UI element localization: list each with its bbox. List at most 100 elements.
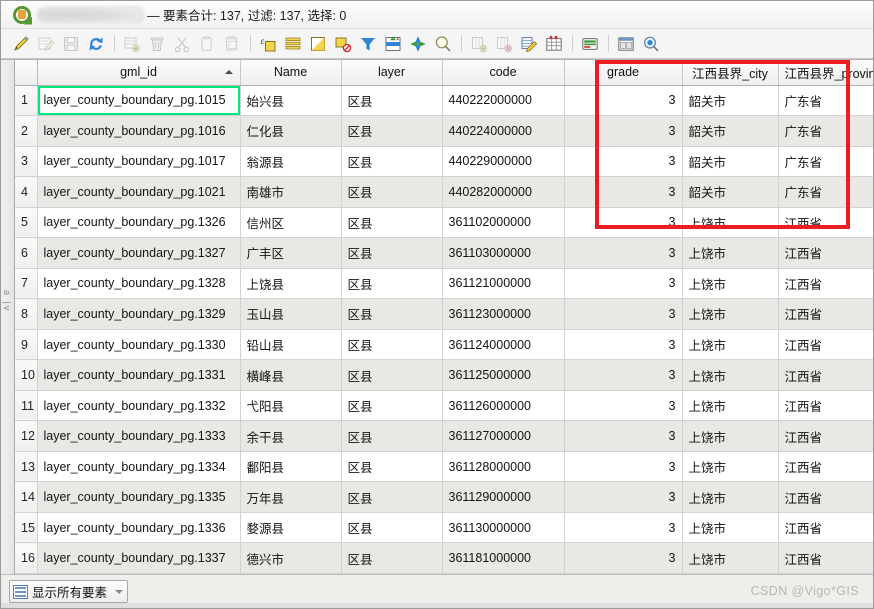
save-edits-icon[interactable] (59, 32, 83, 56)
cell-grade[interactable]: 3 (564, 268, 683, 300)
cell-province[interactable]: 广东省 (778, 85, 873, 117)
cell-city[interactable]: 上饶市 (682, 329, 779, 361)
invert-selection-icon[interactable] (306, 32, 330, 56)
cell-code[interactable]: 440222000000 (442, 85, 565, 117)
cell-layer[interactable]: 区县 (341, 481, 443, 513)
cell-code[interactable]: 361128000000 (442, 451, 565, 483)
table-row[interactable]: 8 layer_county_boundary_pg.1329 玉山县 区县 36112… (15, 298, 873, 330)
cell-gml-id[interactable]: layer_county_boundary_pg.1332 (37, 390, 241, 422)
cell-city[interactable]: 上饶市 (682, 207, 779, 239)
column-header-name[interactable]: Name (240, 60, 342, 86)
table-row[interactable]: 3 layer_county_boundary_pg.1017 翁源县 区县 44022… (15, 146, 873, 178)
cell-gml-id[interactable]: layer_county_boundary_pg.1015 (37, 85, 241, 117)
cell-city[interactable]: 上饶市 (682, 451, 779, 483)
delete-feature-icon[interactable] (145, 32, 169, 56)
cell-layer[interactable]: 区县 (341, 146, 443, 178)
cell-province[interactable]: 江西省 (778, 542, 873, 574)
cell-grade[interactable]: 3 (564, 359, 683, 391)
cell-layer[interactable]: 区县 (341, 451, 443, 483)
cell-city[interactable]: 上饶市 (682, 390, 779, 422)
cell-code[interactable]: 361102000000 (442, 207, 565, 239)
table-row[interactable]: 12 layer_county_boundary_pg.1333 余干县 区县 3611… (15, 420, 873, 452)
cell-gml-id[interactable]: layer_county_boundary_pg.1328 (37, 268, 241, 300)
row-number-cell[interactable]: 14 (15, 481, 38, 513)
table-row[interactable]: 16 layer_county_boundary_pg.1337 德兴市 区县 3611… (15, 542, 873, 574)
cell-grade[interactable]: 3 (564, 85, 683, 117)
table-row[interactable]: 10 layer_county_boundary_pg.1331 横峰县 区县 3611… (15, 359, 873, 391)
cell-name[interactable]: 铅山县 (240, 329, 342, 361)
column-header-gml-id[interactable]: gml_id (37, 60, 241, 86)
cell-code[interactable]: 361181000000 (442, 542, 565, 574)
cell-province[interactable]: 江西省 (778, 268, 873, 300)
table-row[interactable]: 2 layer_county_boundary_pg.1016 仁化县 区县 44022… (15, 115, 873, 147)
cell-layer[interactable]: 区县 (341, 176, 443, 208)
cell-grade[interactable]: 3 (564, 420, 683, 452)
cell-code[interactable]: 361127000000 (442, 420, 565, 452)
row-number-cell[interactable]: 1 (15, 85, 38, 117)
cell-name[interactable]: 信州区 (240, 207, 342, 239)
cell-code[interactable]: 361124000000 (442, 329, 565, 361)
cell-layer[interactable]: 区县 (341, 542, 443, 574)
row-number-cell[interactable]: 7 (15, 268, 38, 300)
cell-name[interactable]: 仁化县 (240, 115, 342, 147)
cell-name[interactable]: 婺源县 (240, 512, 342, 544)
left-dock-edge[interactable]: a |v (1, 60, 15, 574)
row-number-cell[interactable]: 15 (15, 512, 38, 544)
reload-icon[interactable] (84, 32, 108, 56)
cell-gml-id[interactable]: layer_county_boundary_pg.1337 (37, 542, 241, 574)
cell-gml-id[interactable]: layer_county_boundary_pg.1335 (37, 481, 241, 513)
cell-province[interactable]: 江西省 (778, 451, 873, 483)
row-number-cell[interactable]: 5 (15, 207, 38, 239)
cell-gml-id[interactable]: layer_county_boundary_pg.1021 (37, 176, 241, 208)
zoom-to-selection-icon[interactable] (431, 32, 455, 56)
cell-province[interactable]: 江西省 (778, 512, 873, 544)
cell-layer[interactable]: 区县 (341, 115, 443, 147)
cell-name[interactable]: 余干县 (240, 420, 342, 452)
cell-province[interactable]: 江西省 (778, 359, 873, 391)
cell-layer[interactable]: 区县 (341, 207, 443, 239)
cell-layer[interactable]: 区县 (341, 329, 443, 361)
cell-name[interactable]: 玉山县 (240, 298, 342, 330)
pan-to-selection-icon[interactable] (406, 32, 430, 56)
cell-city[interactable]: 上饶市 (682, 512, 779, 544)
cell-name[interactable]: 上饶县 (240, 268, 342, 300)
cell-gml-id[interactable]: layer_county_boundary_pg.1334 (37, 451, 241, 483)
cell-city[interactable]: 上饶市 (682, 420, 779, 452)
cell-city[interactable]: 上饶市 (682, 298, 779, 330)
table-row[interactable]: 7 layer_county_boundary_pg.1328 上饶县 区县 36112… (15, 268, 873, 300)
cell-grade[interactable]: 3 (564, 115, 683, 147)
cell-grade[interactable]: 3 (564, 481, 683, 513)
cell-gml-id[interactable]: layer_county_boundary_pg.1327 (37, 237, 241, 269)
cell-province[interactable]: 江西省 (778, 481, 873, 513)
dock-icon[interactable] (639, 32, 663, 56)
table-row[interactable]: 6 layer_county_boundary_pg.1327 广丰区 区县 36110… (15, 237, 873, 269)
cell-gml-id[interactable]: layer_county_boundary_pg.1331 (37, 359, 241, 391)
table-row[interactable]: 15 layer_county_boundary_pg.1336 婺源县 区县 3611… (15, 512, 873, 544)
cell-gml-id[interactable]: layer_county_boundary_pg.1017 (37, 146, 241, 178)
cell-code[interactable]: 440224000000 (442, 115, 565, 147)
cell-layer[interactable]: 区县 (341, 390, 443, 422)
cell-province[interactable]: 广东省 (778, 146, 873, 178)
cell-layer[interactable]: 区县 (341, 268, 443, 300)
cell-name[interactable]: 横峰县 (240, 359, 342, 391)
cell-code[interactable]: 361126000000 (442, 390, 565, 422)
cell-city[interactable]: 韶关市 (682, 176, 779, 208)
cell-grade[interactable]: 3 (564, 512, 683, 544)
cell-gml-id[interactable]: layer_county_boundary_pg.1333 (37, 420, 241, 452)
cell-name[interactable]: 弋阳县 (240, 390, 342, 422)
cell-code[interactable]: 361121000000 (442, 268, 565, 300)
cell-province[interactable]: 江西省 (778, 420, 873, 452)
cell-name[interactable]: 始兴县 (240, 85, 342, 117)
cell-province[interactable]: 江西省 (778, 207, 873, 239)
cell-code[interactable]: 361130000000 (442, 512, 565, 544)
cell-layer[interactable]: 区县 (341, 512, 443, 544)
cell-layer[interactable]: 区县 (341, 359, 443, 391)
delete-field-icon[interactable] (492, 32, 516, 56)
cell-city[interactable]: 上饶市 (682, 542, 779, 574)
cell-city[interactable]: 韶关市 (682, 146, 779, 178)
cell-city[interactable]: 上饶市 (682, 359, 779, 391)
cell-code[interactable]: 361103000000 (442, 237, 565, 269)
actions-icon[interactable] (578, 32, 602, 56)
cell-code[interactable]: 440282000000 (442, 176, 565, 208)
cell-grade[interactable]: 3 (564, 329, 683, 361)
